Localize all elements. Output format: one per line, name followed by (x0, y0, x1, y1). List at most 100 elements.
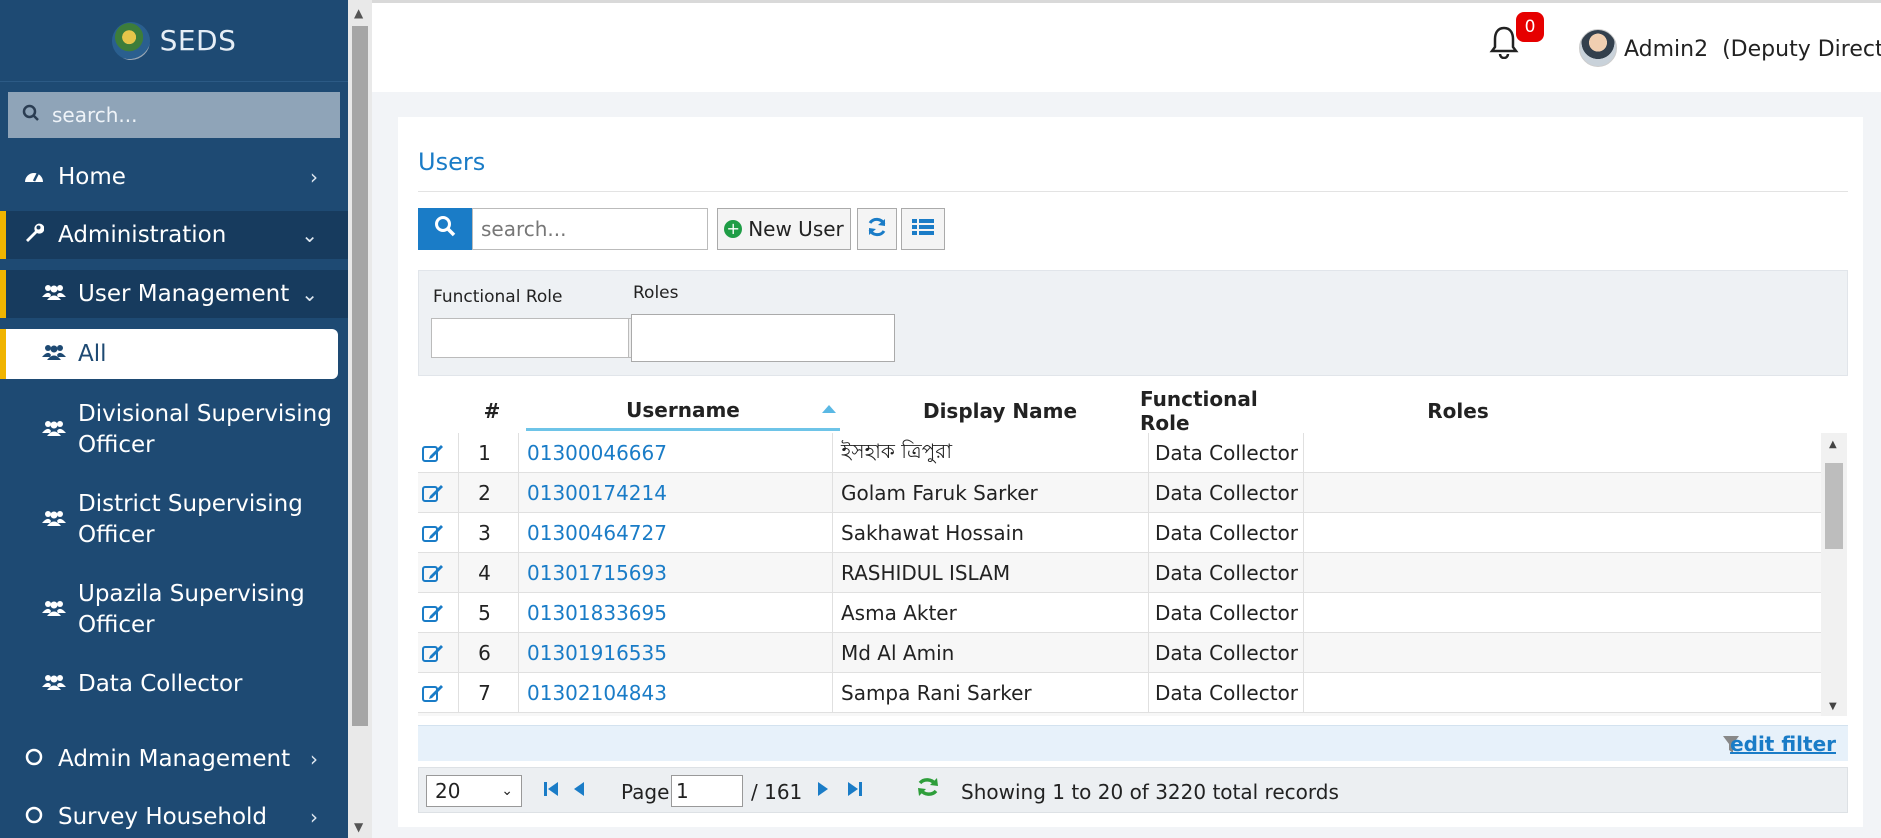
sidebar-item-upazila[interactable]: Upazila Supervising Officer (0, 578, 348, 642)
next-page-icon[interactable] (817, 780, 829, 803)
sidebar-search-input[interactable]: search... (52, 103, 138, 127)
sidebar-item-district[interactable]: District Supervising Officer (0, 488, 348, 552)
cell-roles (1303, 433, 1821, 473)
cell-num: 6 (458, 633, 510, 673)
cell-functional-role: Data Collector (1148, 593, 1303, 633)
cell-roles (1303, 513, 1821, 553)
roles-label: Roles (633, 283, 679, 303)
cell-display-name: Sampa Rani Sarker (832, 673, 1148, 713)
table-row[interactable]: 6 01301916535 Md Al Amin Data Collector (418, 633, 1821, 673)
bell-icon[interactable] (1489, 25, 1519, 67)
cell-username[interactable]: 01301715693 (518, 553, 832, 593)
edit-icon[interactable] (418, 553, 448, 593)
cell-username[interactable]: 01301833695 (518, 593, 832, 633)
label-line: Divisional Supervising (78, 401, 332, 427)
cell-num: 1 (458, 433, 510, 473)
functional-role-select[interactable]: ▼ (431, 318, 655, 358)
edit-icon[interactable] (418, 593, 448, 633)
edit-icon[interactable] (418, 433, 448, 473)
label-line: Officer (78, 612, 155, 638)
page-number-input[interactable]: 1 (671, 775, 743, 807)
sidebar-item-survey-household[interactable]: Survey Household › (0, 798, 348, 836)
search-button[interactable] (418, 208, 472, 250)
table-row[interactable]: 7 01302104843 Sampa Rani Sarker Data Collec… (418, 673, 1821, 713)
table-row[interactable] (418, 713, 1821, 716)
sidebar-item-label: Admin Management (58, 746, 291, 772)
sidebar-item-user-management[interactable]: User Management ⌄ (0, 270, 348, 318)
list-icon (911, 217, 935, 242)
chevron-right-icon: › (310, 805, 318, 829)
scrollbar-thumb[interactable] (1825, 463, 1843, 549)
table-row[interactable]: 3 01300464727 Sakhawat Hossain Data Collect… (418, 513, 1821, 553)
users-icon (42, 342, 66, 366)
cell-roles (1303, 473, 1821, 513)
new-user-button[interactable]: + New User (717, 208, 851, 250)
table-row[interactable]: 4 01301715693 RASHIDUL ISLAM Data Collector (418, 553, 1821, 593)
sidebar-item-label: Upazila Supervising Officer (78, 579, 305, 641)
table-row[interactable]: 1 01300046667 ইসহাক ত্রিপুরা Data Collector (418, 433, 1821, 473)
column-header-roles[interactable]: Roles (1298, 391, 1618, 431)
refresh-icon (866, 216, 888, 243)
scroll-up-icon[interactable]: ▲ (1829, 439, 1837, 450)
sidebar-item-all[interactable]: All (0, 329, 338, 379)
first-page-icon[interactable] (543, 780, 559, 803)
edit-icon[interactable] (418, 473, 448, 513)
edit-icon[interactable] (418, 513, 448, 553)
column-header-display-name[interactable]: Display Name (842, 391, 1158, 431)
scroll-up-icon[interactable]: ▲ (354, 6, 363, 20)
user-menu[interactable]: Admin2 (Deputy Director) (1624, 37, 1881, 62)
sidebar-search[interactable]: search... (8, 92, 340, 138)
scroll-down-icon[interactable]: ▼ (1829, 701, 1837, 712)
column-header-num[interactable]: # (466, 391, 518, 431)
cell-functional-role: Data Collector (1148, 433, 1303, 473)
cell-num: 5 (458, 593, 510, 633)
cell-display-name: Golam Faruk Sarker (832, 473, 1148, 513)
table-body: 1 01300046667 ইসহাক ত্রিপুরা Data Collector… (418, 433, 1821, 716)
previous-page-icon[interactable] (573, 780, 585, 803)
label-line: Officer (78, 522, 155, 548)
page-size-select[interactable]: 20 ⌄ (426, 775, 522, 807)
filter-bar: edit filter (418, 725, 1848, 761)
columns-button[interactable] (901, 208, 945, 250)
scroll-down-icon[interactable]: ▼ (354, 820, 363, 834)
edit-filter-link[interactable]: edit filter (1730, 732, 1836, 756)
column-header-functional-role[interactable]: Functional Role (1140, 387, 1300, 435)
sidebar-item-admin-management[interactable]: Admin Management › (0, 740, 348, 778)
last-page-icon[interactable] (847, 780, 863, 803)
scrollbar-thumb[interactable] (352, 26, 368, 726)
brand[interactable]: SEDS (0, 0, 348, 82)
app-name: SEDS (159, 24, 237, 57)
cell-username[interactable]: 01300464727 (518, 513, 832, 553)
reload-icon[interactable] (915, 776, 941, 804)
cell-username[interactable]: 01300046667 (518, 433, 832, 473)
edit-icon[interactable] (418, 633, 448, 673)
roles-input[interactable] (631, 314, 895, 362)
users-icon (42, 418, 66, 442)
plus-circle-icon: + (724, 220, 743, 238)
avatar[interactable] (1579, 29, 1617, 67)
sidebar-scrollbar[interactable]: ▲ ▼ (348, 0, 372, 838)
sidebar-item-data-collector[interactable]: Data Collector (0, 665, 348, 703)
chevron-right-icon: › (310, 165, 318, 189)
cell-username[interactable]: 01302104843 (518, 673, 832, 713)
sidebar-item-divisional[interactable]: Divisional Supervising Officer (0, 398, 348, 462)
cell-username[interactable]: 01301916535 (518, 633, 832, 673)
cell-num: 7 (458, 673, 510, 713)
sidebar-item-administration[interactable]: Administration ⌄ (0, 211, 348, 259)
cell-functional-role: Data Collector (1148, 473, 1303, 513)
label-line: Officer (78, 432, 155, 458)
table-row[interactable]: 5 01301833695 Asma Akter Data Collector (418, 593, 1821, 633)
cell-username[interactable]: 01300174214 (518, 473, 832, 513)
table-row[interactable]: 2 01300174214 Golam Faruk Sarker Data Colle… (418, 473, 1821, 513)
cell-display-name: Md Al Amin (832, 633, 1148, 673)
sidebar-item-label: Home (58, 164, 126, 190)
dashboard-icon (22, 164, 46, 190)
table-scrollbar[interactable]: ▲ ▼ (1821, 433, 1847, 716)
notification-badge[interactable]: 0 (1516, 12, 1544, 42)
column-header-username[interactable]: Username (526, 391, 840, 431)
edit-icon[interactable] (418, 673, 448, 713)
chevron-down-icon: ⌄ (301, 282, 318, 306)
search-input[interactable]: search... (472, 208, 708, 250)
sidebar-item-home[interactable]: Home › (0, 158, 348, 196)
refresh-button[interactable] (857, 208, 897, 250)
